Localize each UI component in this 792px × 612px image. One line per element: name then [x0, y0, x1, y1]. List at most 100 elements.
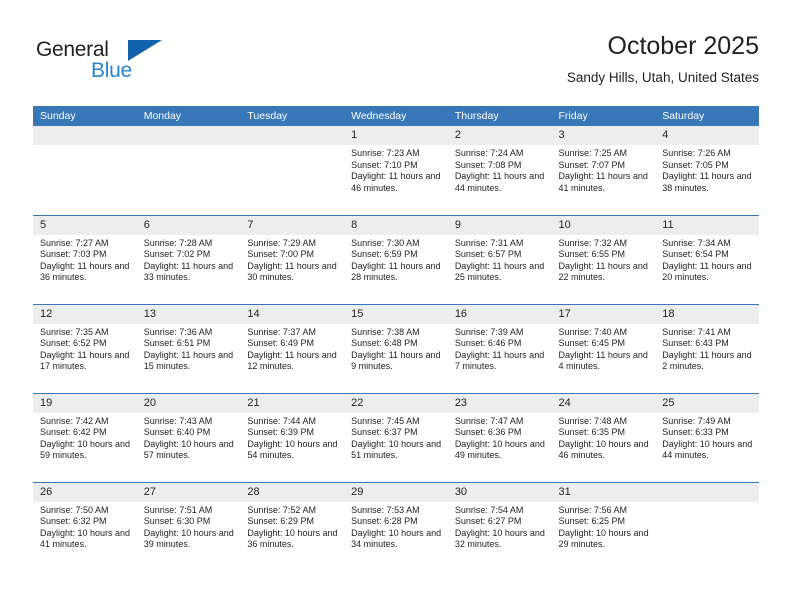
day-number: 31 [551, 482, 656, 502]
calendar-day-cell[interactable]: 27 Sunrise: 7:51 AM Sunset: 6:30 PM Dayligh… [136, 481, 241, 571]
calendar-day-cell[interactable]: 30 Sunrise: 7:54 AM Sunset: 6:27 PM Dayligh… [447, 481, 552, 571]
calendar-day-cell[interactable]: 7 Sunrise: 7:29 AM Sunset: 7:00 PM Daylight… [240, 214, 345, 304]
day-number: 1 [344, 126, 448, 145]
calendar-day-cell[interactable]: 18 Sunrise: 7:41 AM Sunset: 6:43 PM Dayligh… [655, 303, 759, 393]
calendar-day-cell[interactable]: 25 Sunrise: 7:49 AM Sunset: 6:33 PM Dayligh… [655, 392, 759, 482]
calendar-day-cell[interactable]: 6 Sunrise: 7:28 AM Sunset: 7:02 PM Daylight… [136, 214, 241, 304]
day-info: Sunrise: 7:36 AM Sunset: 6:51 PM Daylight:… [137, 324, 241, 373]
calendar-day-cell[interactable]: 19 Sunrise: 7:42 AM Sunset: 6:42 PM Dayligh… [33, 392, 137, 482]
daylight-text: Daylight: 10 hours and 41 minutes. [40, 527, 131, 550]
sunrise-text: Sunrise: 7:52 AM [247, 504, 316, 515]
day-info: Sunrise: 7:44 AM Sunset: 6:39 PM Daylight:… [240, 413, 344, 462]
calendar-week-row: 19 Sunrise: 7:42 AM Sunset: 6:42 PM Dayligh… [33, 392, 759, 482]
day-info: Sunrise: 7:54 AM Sunset: 6:27 PM Daylight:… [448, 502, 552, 551]
calendar-day-cell[interactable]: 14 Sunrise: 7:37 AM Sunset: 6:49 PM Dayligh… [240, 303, 345, 393]
calendar-day-cell[interactable]: 2 Sunrise: 7:24 AM Sunset: 7:08 PM Daylight… [447, 126, 552, 215]
sunset-text: Sunset: 6:36 PM [454, 427, 522, 438]
daylight-text: Daylight: 11 hours and 28 minutes. [351, 260, 441, 283]
sunset-text: Sunset: 6:30 PM [143, 516, 211, 527]
calendar-day-cell[interactable]: 10 Sunrise: 7:32 AM Sunset: 6:55 PM Dayligh… [551, 214, 656, 304]
day-info: Sunrise: 7:34 AM Sunset: 6:54 PM Daylight:… [655, 235, 759, 284]
calendar-day-cell[interactable]: 15 Sunrise: 7:38 AM Sunset: 6:48 PM Dayligh… [344, 303, 448, 393]
day-number: 28 [240, 482, 345, 502]
day-number: 8 [344, 215, 448, 235]
daylight-text: Daylight: 11 hours and 20 minutes. [662, 260, 752, 283]
calendar-day-cell[interactable]: 13 Sunrise: 7:36 AM Sunset: 6:51 PM Dayligh… [136, 303, 241, 393]
day-number: 12 [33, 304, 137, 324]
day-info: Sunrise: 7:25 AM Sunset: 7:07 PM Daylight:… [552, 145, 656, 194]
calendar-day-cell[interactable]: 1 Sunrise: 7:23 AM Sunset: 7:10 PM Daylight… [344, 126, 448, 215]
calendar-day-cell-empty [33, 126, 137, 215]
sunset-text: Sunset: 7:02 PM [143, 249, 211, 260]
sunset-text: Sunset: 6:35 PM [558, 427, 626, 438]
calendar-day-cell[interactable]: 5 Sunrise: 7:27 AM Sunset: 7:03 PM Daylight… [33, 214, 137, 304]
weekday-header-saturday: Saturday [655, 106, 759, 126]
calendar-day-cell[interactable]: 31 Sunrise: 7:56 AM Sunset: 6:25 PM Dayligh… [551, 481, 656, 571]
sunset-text: Sunset: 6:52 PM [40, 338, 107, 349]
calendar-day-cell[interactable]: 4 Sunrise: 7:26 AM Sunset: 7:05 PM Daylight… [655, 126, 759, 215]
day-number: 24 [551, 393, 656, 413]
calendar-day-cell[interactable]: 21 Sunrise: 7:44 AM Sunset: 6:39 PM Dayligh… [240, 392, 345, 482]
generalblue-logo[interactable]: General Blue [36, 38, 166, 86]
day-number: 17 [551, 304, 656, 324]
calendar-day-cell[interactable]: 3 Sunrise: 7:25 AM Sunset: 7:07 PM Daylight… [551, 126, 656, 215]
day-info: Sunrise: 7:35 AM Sunset: 6:52 PM Daylight:… [33, 324, 137, 373]
daylight-text: Daylight: 10 hours and 46 minutes. [558, 438, 649, 461]
sunrise-text: Sunrise: 7:50 AM [40, 504, 109, 515]
daylight-text: Daylight: 11 hours and 46 minutes. [351, 171, 441, 193]
day-info: Sunrise: 7:43 AM Sunset: 6:40 PM Daylight:… [137, 413, 241, 462]
day-info: Sunrise: 7:26 AM Sunset: 7:05 PM Daylight:… [655, 145, 759, 194]
sunrise-text: Sunrise: 7:44 AM [247, 415, 316, 426]
sunrise-text: Sunrise: 7:27 AM [40, 237, 109, 248]
calendar-day-cell[interactable]: 28 Sunrise: 7:52 AM Sunset: 6:29 PM Dayligh… [240, 481, 345, 571]
day-info: Sunrise: 7:28 AM Sunset: 7:02 PM Daylight:… [137, 235, 241, 284]
sunset-text: Sunset: 6:59 PM [351, 249, 418, 260]
calendar-week-row: 1 Sunrise: 7:23 AM Sunset: 7:10 PM Daylight… [33, 126, 759, 215]
sunrise-text: Sunrise: 7:25 AM [558, 148, 628, 158]
sunset-text: Sunset: 6:25 PM [558, 516, 626, 527]
sunrise-text: Sunrise: 7:45 AM [351, 415, 420, 426]
sunrise-text: Sunrise: 7:41 AM [662, 326, 731, 337]
daylight-text: Daylight: 10 hours and 34 minutes. [351, 527, 442, 550]
day-number: 5 [33, 215, 137, 235]
sunrise-text: Sunrise: 7:51 AM [143, 504, 213, 515]
sunrise-text: Sunrise: 7:26 AM [662, 148, 731, 158]
calendar-day-cell[interactable]: 22 Sunrise: 7:45 AM Sunset: 6:37 PM Dayligh… [344, 392, 448, 482]
day-number: 25 [655, 393, 759, 413]
sunset-text: Sunset: 6:57 PM [454, 249, 522, 260]
calendar-day-cell[interactable]: 20 Sunrise: 7:43 AM Sunset: 6:40 PM Dayligh… [136, 392, 241, 482]
weekday-header-friday: Friday [551, 106, 656, 126]
calendar-day-cell[interactable]: 11 Sunrise: 7:34 AM Sunset: 6:54 PM Dayligh… [655, 214, 759, 304]
daylight-text: Daylight: 10 hours and 59 minutes. [40, 438, 131, 461]
weekday-header-monday: Monday [136, 106, 241, 126]
sunrise-text: Sunrise: 7:42 AM [40, 415, 109, 426]
day-number: 6 [136, 215, 241, 235]
day-number: 11 [655, 215, 759, 235]
sunset-text: Sunset: 6:42 PM [40, 427, 107, 438]
daylight-text: Daylight: 11 hours and 22 minutes. [558, 260, 648, 283]
sunrise-text: Sunrise: 7:35 AM [40, 326, 109, 337]
day-number: 23 [447, 393, 552, 413]
calendar-day-cell[interactable]: 16 Sunrise: 7:39 AM Sunset: 6:46 PM Dayligh… [447, 303, 552, 393]
day-info: Sunrise: 7:31 AM Sunset: 6:57 PM Daylight:… [448, 235, 552, 284]
day-number: 15 [344, 304, 448, 324]
calendar-day-cell[interactable]: 23 Sunrise: 7:47 AM Sunset: 6:36 PM Dayligh… [447, 392, 552, 482]
calendar-day-cell[interactable]: 12 Sunrise: 7:35 AM Sunset: 6:52 PM Dayligh… [33, 303, 137, 393]
logo-text-blue: Blue [91, 59, 132, 82]
calendar-day-cell[interactable]: 26 Sunrise: 7:50 AM Sunset: 6:32 PM Dayligh… [33, 481, 137, 571]
calendar-day-cell[interactable]: 29 Sunrise: 7:53 AM Sunset: 6:28 PM Dayligh… [344, 481, 448, 571]
day-number: 21 [240, 393, 345, 413]
calendar-day-cell[interactable]: 9 Sunrise: 7:31 AM Sunset: 6:57 PM Daylight… [447, 214, 552, 304]
day-info: Sunrise: 7:41 AM Sunset: 6:43 PM Daylight:… [655, 324, 759, 373]
daylight-text: Daylight: 11 hours and 44 minutes. [454, 171, 545, 193]
calendar-week-row: 5 Sunrise: 7:27 AM Sunset: 7:03 PM Daylight… [33, 214, 759, 304]
day-number: 3 [551, 126, 656, 145]
calendar-day-cell[interactable]: 8 Sunrise: 7:30 AM Sunset: 6:59 PM Daylight… [344, 214, 448, 304]
sunrise-text: Sunrise: 7:28 AM [143, 237, 213, 248]
day-info: Sunrise: 7:56 AM Sunset: 6:25 PM Daylight:… [552, 502, 656, 551]
sunset-text: Sunset: 6:46 PM [454, 338, 522, 349]
sunset-text: Sunset: 6:40 PM [143, 427, 211, 438]
sunset-text: Sunset: 6:55 PM [558, 249, 626, 260]
calendar-day-cell[interactable]: 24 Sunrise: 7:48 AM Sunset: 6:35 PM Dayligh… [551, 392, 656, 482]
calendar-day-cell[interactable]: 17 Sunrise: 7:40 AM Sunset: 6:45 PM Dayligh… [551, 303, 656, 393]
